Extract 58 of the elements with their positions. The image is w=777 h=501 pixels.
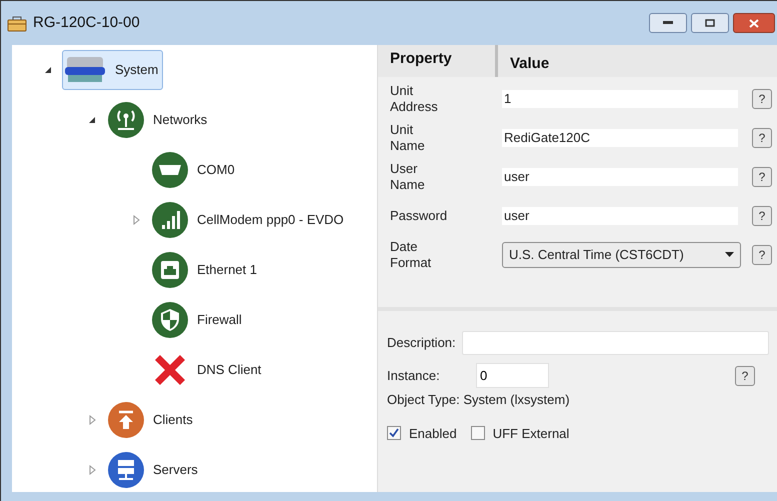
serial-port-icon <box>151 151 189 189</box>
tree-item[interactable]: CellModem ppp0 - EVDO <box>150 198 349 242</box>
input-field[interactable]: 1 <box>502 90 738 108</box>
help-button[interactable]: ? <box>752 128 772 148</box>
maximize-icon <box>705 19 715 27</box>
help-button[interactable]: ? <box>735 366 755 386</box>
checkbox[interactable] <box>470 426 485 440</box>
close-button[interactable] <box>733 13 775 33</box>
tree-item[interactable]: Servers <box>106 448 203 492</box>
object-type-text: Object Type: System (lxsystem) <box>387 391 571 409</box>
close-icon <box>749 18 759 28</box>
checkbox[interactable] <box>387 426 401 440</box>
collapsed-arrow-icon[interactable] <box>88 415 96 425</box>
help-button[interactable]: ? <box>752 244 772 264</box>
caret-icon <box>725 252 734 257</box>
check-icon <box>389 428 399 438</box>
upload-icon <box>107 401 145 439</box>
dropdown[interactable]: U.S. Central Time (CST6CDT) <box>502 242 741 268</box>
minimize-icon <box>663 21 673 25</box>
shield-icon <box>151 301 189 339</box>
toolbox-icon <box>7 14 27 32</box>
minimize-button[interactable] <box>649 13 687 33</box>
maximize-button[interactable] <box>691 13 729 33</box>
network-jack-icon <box>151 251 189 289</box>
instance-label: Instance: <box>387 366 441 385</box>
description-label: Description: <box>387 334 456 352</box>
column-header: Value <box>509 54 550 74</box>
property-label: Unit Address <box>390 82 439 114</box>
signal-bars-icon <box>151 201 189 239</box>
tree-item[interactable]: Firewall <box>150 298 247 342</box>
expanded-arrow-icon[interactable] <box>44 66 52 74</box>
help-button[interactable]: ? <box>752 166 772 186</box>
tree-item[interactable]: Ethernet 1 <box>150 248 262 292</box>
description-field[interactable] <box>462 331 769 355</box>
property-label: User Name <box>390 160 426 192</box>
help-button[interactable]: ? <box>752 206 772 226</box>
expanded-arrow-icon[interactable] <box>88 116 96 124</box>
input-field[interactable]: RediGate120C <box>502 128 738 146</box>
tree-item[interactable]: DNS Client <box>150 348 266 392</box>
tree-item[interactable]: System <box>62 50 164 90</box>
server-icon <box>107 451 145 489</box>
tree-item[interactable]: Networks <box>106 98 212 142</box>
tree-item[interactable]: Clients <box>106 398 198 442</box>
column-header: Property <box>378 45 498 77</box>
antenna-icon <box>107 101 145 139</box>
checkbox-label: Enabled <box>409 424 457 442</box>
collapsed-arrow-icon[interactable] <box>132 215 140 225</box>
tree-item[interactable]: COM0 <box>150 148 240 192</box>
property-label: Password <box>390 208 446 224</box>
property-label: Date Format <box>390 238 432 270</box>
input-field[interactable]: user <box>502 206 738 224</box>
checkbox-label: UFF External <box>492 424 570 442</box>
collapsed-arrow-icon[interactable] <box>88 465 96 475</box>
help-button[interactable]: ? <box>752 88 772 108</box>
property-label: Unit Name <box>390 122 426 154</box>
input-field[interactable]: user <box>502 168 738 186</box>
window-title: RG-120C-10-00 <box>33 12 140 33</box>
instance-field[interactable]: 0 <box>476 363 549 388</box>
